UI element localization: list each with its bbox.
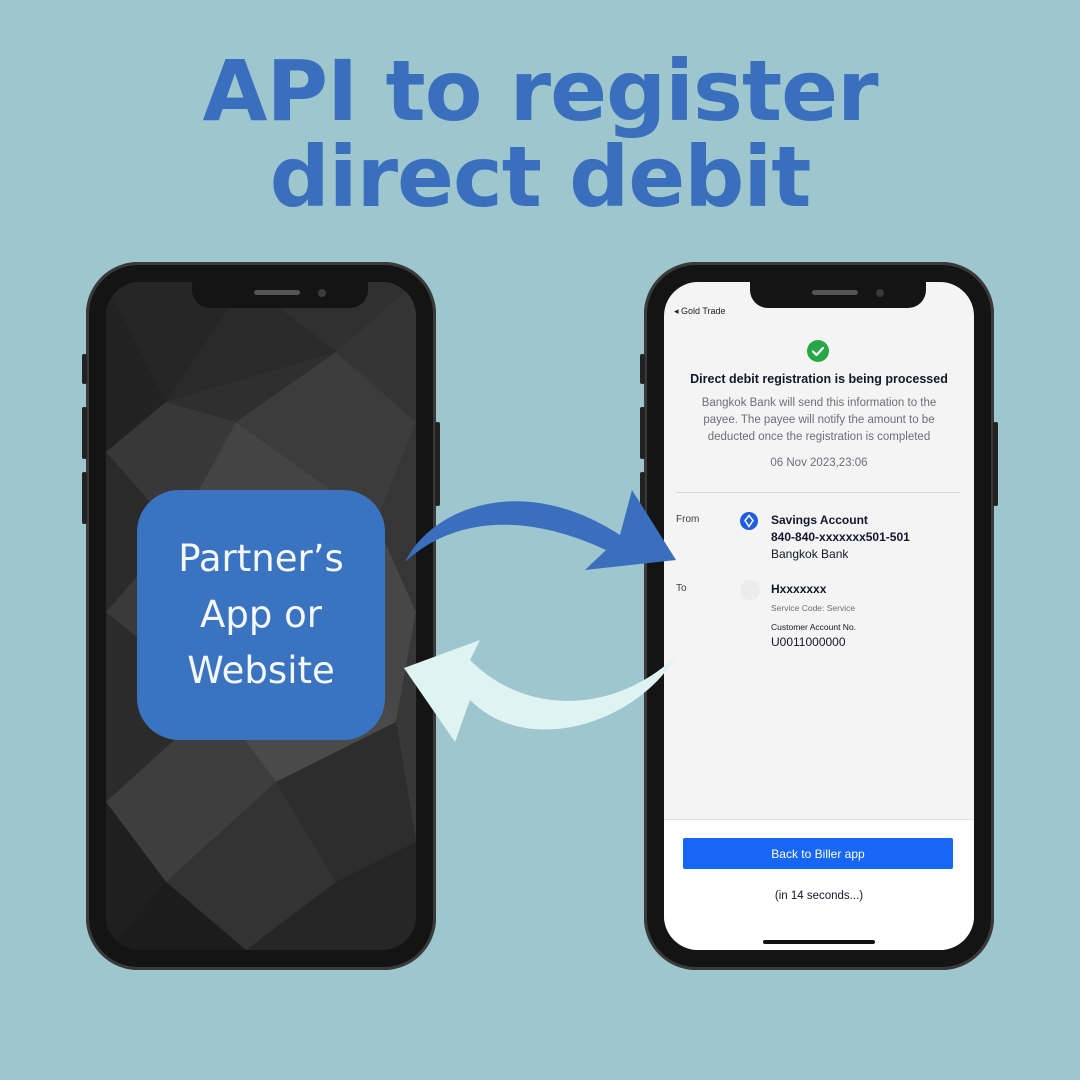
partner-box-line-2: App or bbox=[200, 593, 322, 636]
phone-notch bbox=[750, 282, 926, 308]
service-code: Service Code: Service bbox=[771, 603, 856, 613]
headline-line-2: direct debit bbox=[269, 128, 812, 226]
bank-phone: ◂ Gold Trade Direct debit registration i… bbox=[640, 262, 998, 970]
phone-volume-up bbox=[82, 407, 87, 459]
phone-power-button bbox=[993, 422, 998, 506]
home-indicator bbox=[763, 940, 875, 944]
partner-app-box: Partner’s App or Website bbox=[137, 490, 385, 740]
headline: API to register direct debit bbox=[0, 48, 1080, 220]
payee-avatar-icon bbox=[740, 580, 760, 600]
phone-volume-down bbox=[82, 472, 87, 524]
bank-app-screen: ◂ Gold Trade Direct debit registration i… bbox=[664, 282, 974, 950]
payee-name: Hxxxxxxx bbox=[771, 582, 827, 596]
partner-box-line-1: Partner’s bbox=[178, 537, 344, 580]
phone-notch bbox=[192, 282, 368, 308]
divider bbox=[676, 492, 960, 493]
customer-account-label: Customer Account No. bbox=[771, 622, 857, 632]
status-description: Bangkok Bank will send this information … bbox=[701, 397, 937, 443]
phone-volume-up bbox=[640, 407, 645, 459]
redirect-countdown: (in 14 seconds...) bbox=[774, 890, 864, 902]
back-to-biller-button[interactable]: Back to Biller app bbox=[683, 838, 953, 869]
from-label: From bbox=[676, 514, 700, 525]
customer-account-number: U0011000000 bbox=[771, 635, 846, 649]
to-label: To bbox=[676, 583, 687, 594]
phone-mute-switch bbox=[82, 354, 87, 384]
forward-arrow bbox=[405, 490, 676, 570]
back-link[interactable]: ◂ Gold Trade bbox=[674, 306, 726, 317]
bank-logo-icon bbox=[740, 512, 758, 530]
from-account-type: Savings Account bbox=[771, 513, 868, 527]
from-account-number: 840-840-xxxxxxx501-501 bbox=[771, 530, 910, 544]
from-bank-name: Bangkok Bank bbox=[771, 547, 849, 561]
phone-power-button bbox=[435, 422, 440, 506]
timestamp: 06 Nov 2023,23:06 bbox=[770, 457, 868, 469]
phone-mute-switch bbox=[640, 354, 645, 384]
return-arrow bbox=[404, 640, 676, 742]
phone-volume-down bbox=[640, 472, 645, 524]
status-title: Direct debit registration is being proce… bbox=[690, 372, 948, 386]
partner-box-line-3: Website bbox=[187, 649, 335, 692]
headline-line-1: API to register bbox=[202, 42, 878, 140]
check-circle-icon bbox=[807, 340, 829, 362]
